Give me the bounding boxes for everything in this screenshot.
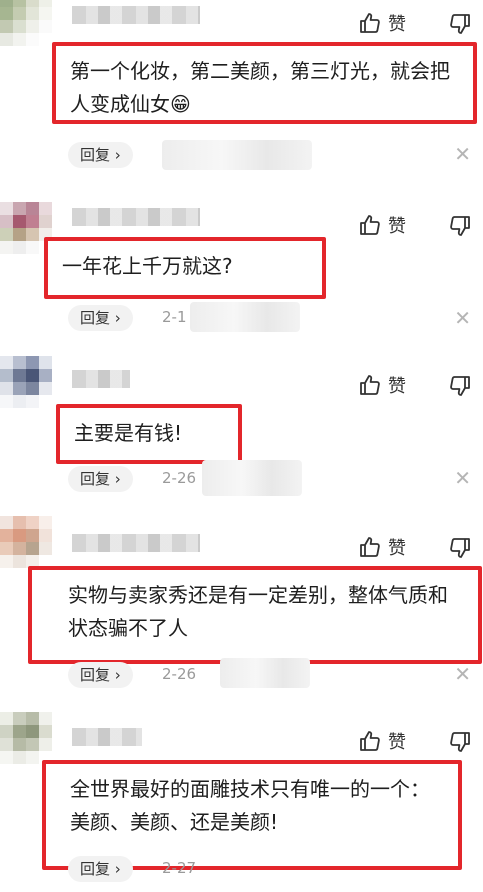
chevron-right-icon: › xyxy=(114,666,121,684)
comment-text: 一年花上千万就这? xyxy=(44,237,326,299)
chevron-right-icon: › xyxy=(114,146,121,164)
dislike-button[interactable] xyxy=(448,374,472,398)
thumbs-down-icon xyxy=(450,376,470,396)
dislike-button[interactable] xyxy=(448,12,472,36)
chevron-right-icon: › xyxy=(114,309,121,327)
comment-item: 赞 主要是有钱! 回复 › 2-26 ✕ xyxy=(0,348,483,508)
thumbs-up-icon xyxy=(360,215,380,235)
username[interactable] xyxy=(72,208,200,226)
date-blurred xyxy=(190,302,300,332)
reply-button[interactable]: 回复 › xyxy=(68,305,133,331)
dislike-button[interactable] xyxy=(448,730,472,754)
thumbs-down-icon xyxy=(450,14,470,34)
thumbs-up-icon xyxy=(360,375,380,395)
comment-text: 全世界最好的面雕技术只有唯一的一个：美颜、美颜、还是美颜! xyxy=(42,760,462,870)
close-icon[interactable]: ✕ xyxy=(454,662,471,686)
chevron-right-icon: › xyxy=(114,860,121,878)
like-label: 赞 xyxy=(388,732,406,753)
thumbs-up-icon xyxy=(360,13,380,33)
like-button[interactable]: 赞 xyxy=(358,728,406,754)
chevron-right-icon: › xyxy=(114,470,121,488)
like-button[interactable]: 赞 xyxy=(358,10,406,36)
avatar[interactable] xyxy=(0,712,52,764)
username[interactable] xyxy=(72,534,200,552)
like-label: 赞 xyxy=(388,14,406,35)
reply-button[interactable]: 回复 › xyxy=(68,662,133,688)
avatar[interactable] xyxy=(0,356,52,408)
comment-text: 第一个化妆，第二美颜，第三灯光，就会把人变成仙女😁 xyxy=(52,42,477,124)
comment-item: 赞 第一个化妆，第二美颜，第三灯光，就会把人变成仙女😁 回复 › ✕ xyxy=(0,0,483,170)
comment-date: 2-1 xyxy=(162,308,187,326)
thumbs-up-icon xyxy=(360,537,380,557)
thumbs-down-icon xyxy=(450,216,470,236)
like-button[interactable]: 赞 xyxy=(358,372,406,398)
date-blurred xyxy=(162,140,312,170)
username[interactable] xyxy=(72,6,200,24)
comment-date: 2-26 xyxy=(162,469,197,487)
username[interactable] xyxy=(72,370,130,388)
reply-label: 回复 xyxy=(80,470,111,488)
username[interactable] xyxy=(72,728,142,746)
reply-button[interactable]: 回复 › xyxy=(68,142,133,168)
thumbs-down-icon xyxy=(450,538,470,558)
reply-label: 回复 xyxy=(80,666,111,684)
like-label: 赞 xyxy=(388,538,406,559)
avatar[interactable] xyxy=(0,516,52,568)
like-label: 赞 xyxy=(388,376,406,397)
close-icon[interactable]: ✕ xyxy=(454,306,471,330)
reply-button[interactable]: 回复 › xyxy=(68,466,133,492)
close-icon[interactable]: ✕ xyxy=(454,142,471,166)
reply-label: 回复 xyxy=(80,146,111,164)
reply-button[interactable]: 回复 › xyxy=(68,856,133,882)
avatar[interactable] xyxy=(0,0,52,46)
reply-label: 回复 xyxy=(80,309,111,327)
date-blurred xyxy=(202,460,302,496)
dislike-button[interactable] xyxy=(448,536,472,560)
comment-text: 主要是有钱! xyxy=(56,404,242,464)
comment-date: 2-27 xyxy=(162,859,197,877)
comment-text: 实物与卖家秀还是有一定差别，整体气质和状态骗不了人 xyxy=(28,566,482,664)
comment-item: 赞 全世界最好的面雕技术只有唯一的一个：美颜、美颜、还是美颜! 回复 › 2-2… xyxy=(0,706,483,892)
like-label: 赞 xyxy=(388,216,406,237)
dislike-button[interactable] xyxy=(448,214,472,238)
date-blurred xyxy=(220,658,310,688)
like-button[interactable]: 赞 xyxy=(358,534,406,560)
reply-label: 回复 xyxy=(80,860,111,878)
comment-item: 赞 实物与卖家秀还是有一定差别，整体气质和状态骗不了人 回复 › 2-26 ✕ xyxy=(0,512,483,702)
comment-item: 赞 一年花上千万就这? 回复 › 2-1 ✕ xyxy=(0,180,483,340)
like-button[interactable]: 赞 xyxy=(358,212,406,238)
thumbs-up-icon xyxy=(360,731,380,751)
close-icon[interactable]: ✕ xyxy=(454,466,471,490)
comment-date: 2-26 xyxy=(162,665,197,683)
thumbs-down-icon xyxy=(450,732,470,752)
